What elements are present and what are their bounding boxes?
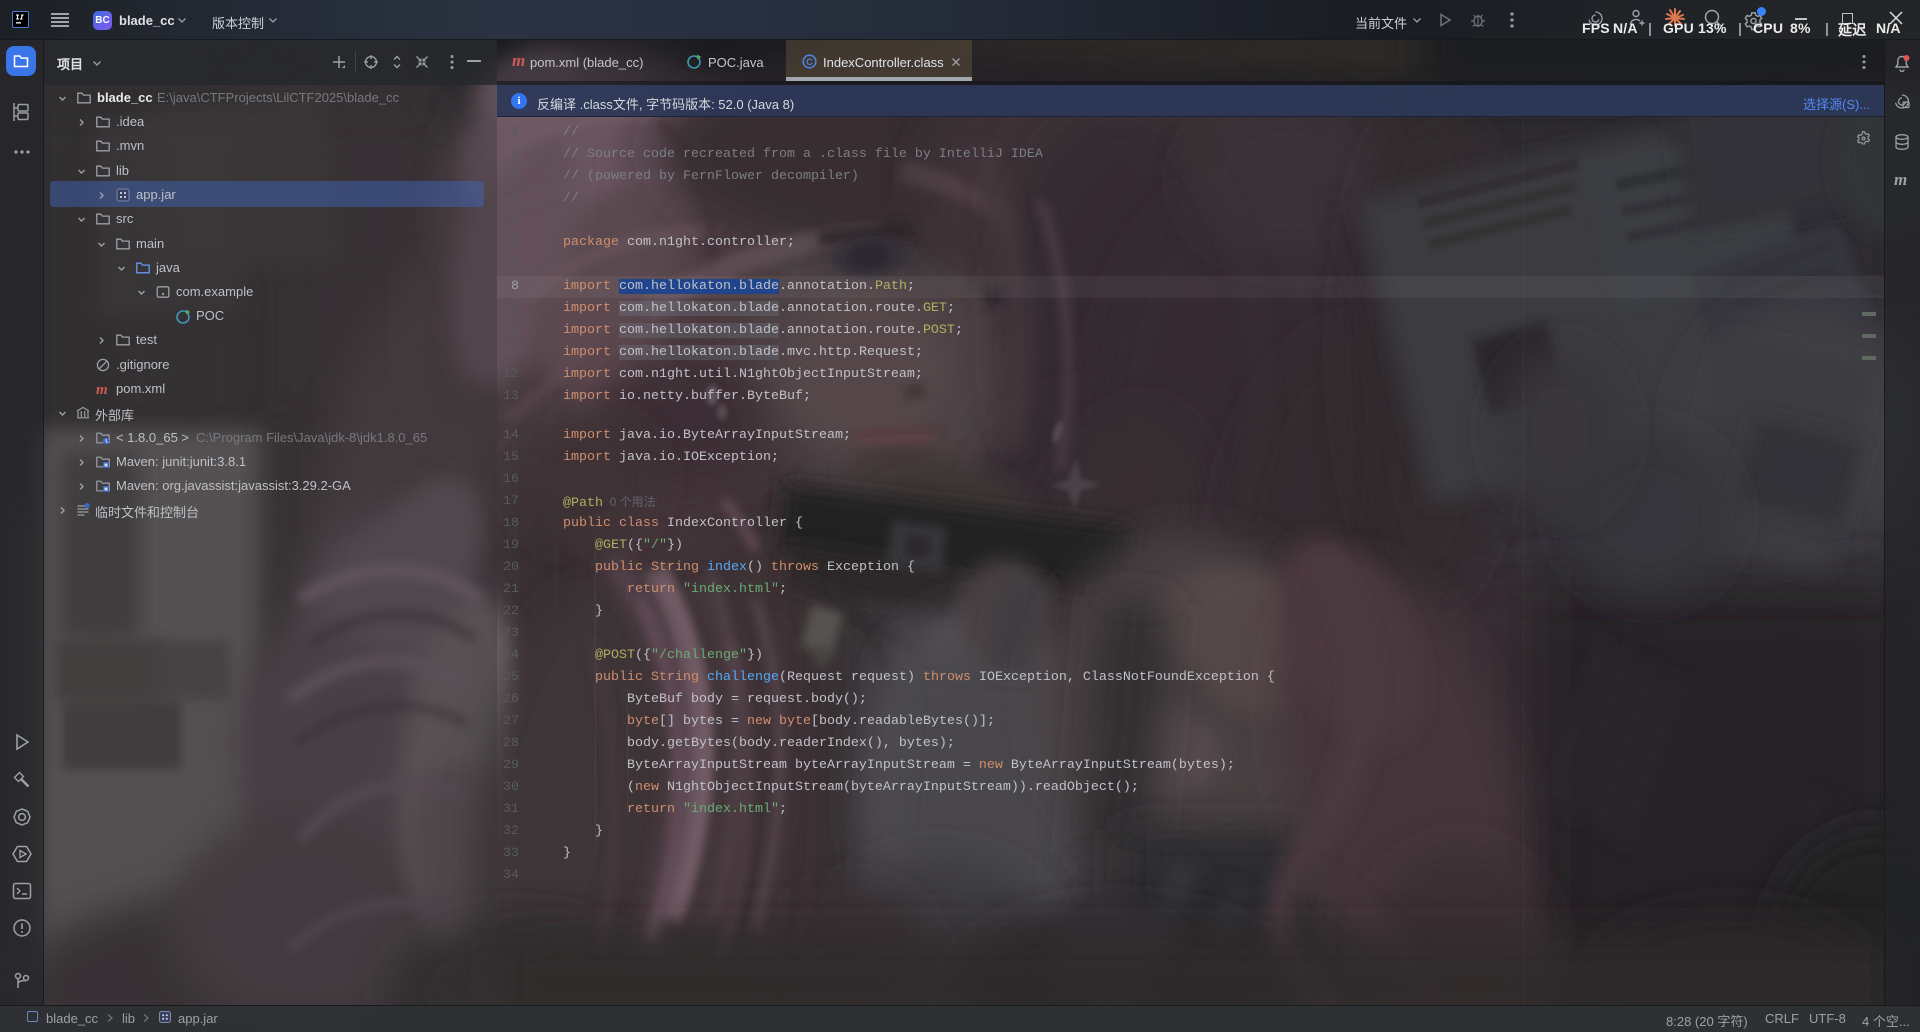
svg-text:C: C — [806, 57, 813, 67]
